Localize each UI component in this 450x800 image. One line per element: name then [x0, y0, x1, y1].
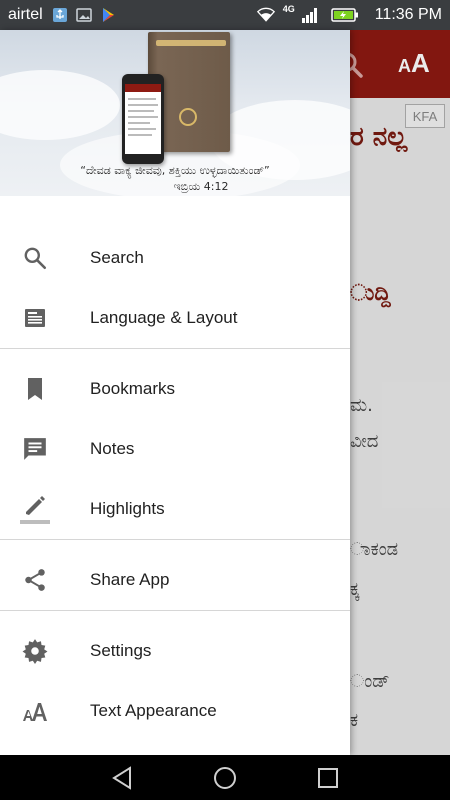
menu-item-share-app[interactable]: Share App	[0, 550, 350, 610]
menu-item-label: Search	[90, 248, 144, 267]
menu-item-text-appearance[interactable]: Text Appearance	[0, 681, 350, 741]
system-nav-bar	[0, 755, 450, 800]
drawer-header: “ದೇವಡ ವಾಕ್ಯ ಜೀವವು, ಶಕ್ತಿಯು ಉಳ್ಳದಾಯಿತುಂಡ್…	[0, 30, 350, 196]
menu-item-bookmarks[interactable]: Bookmarks	[0, 359, 350, 419]
status-time: 11:36 PM	[374, 6, 442, 23]
wifi-icon	[256, 6, 275, 24]
play-store-icon	[99, 6, 117, 24]
menu-item-label: Language & Layout	[90, 308, 238, 327]
phone-text-line	[128, 134, 152, 136]
network-type: 4G	[282, 4, 295, 14]
menu-section-annotations: Bookmarks Notes Highlights	[0, 359, 350, 540]
menu-item-label: Settings	[90, 641, 152, 660]
menu-item-label: Highlights	[90, 499, 165, 518]
bookmark-icon	[20, 374, 50, 404]
cloud-decoration	[0, 70, 120, 140]
menu-item-label: Bookmarks	[90, 379, 176, 398]
phone-text-line	[128, 128, 156, 130]
menu-section-share: Share App	[0, 550, 350, 611]
status-right: 4G 11:36 PM	[256, 4, 442, 24]
book-title-strip	[156, 40, 226, 46]
search-icon	[20, 243, 50, 273]
status-bar: airtel 4G 11:36 PM	[0, 0, 450, 30]
highlighter-icon	[20, 494, 50, 524]
layout-icon	[20, 303, 50, 333]
phone-text-line	[128, 104, 158, 106]
menu-item-settings[interactable]: Settings	[0, 621, 350, 681]
book-emblem	[179, 108, 197, 126]
menu-section-preferences: Settings Text Appearance	[0, 621, 350, 741]
phone-text-line	[128, 110, 154, 112]
phone-screen	[125, 84, 161, 154]
gallery-icon	[75, 6, 93, 24]
battery-charging-icon	[330, 6, 359, 24]
navigation-drawer: “ದೇವಡ ವಾಕ್ಯ ಜೀವವು, ಶಕ್ತಿಯು ಉಳ್ಳದಾಯಿತುಂಡ್…	[0, 30, 350, 755]
phone-screen-bar	[125, 84, 161, 92]
share-icon	[20, 565, 50, 595]
menu-section-general: Search Language & Layout	[0, 228, 350, 349]
phone-text-line	[128, 98, 156, 100]
signal-icon	[301, 6, 319, 24]
phone-text-line	[128, 122, 150, 124]
usb-icon	[51, 6, 69, 24]
header-reference: ಇಬ್ರಿಯ 4:12	[173, 180, 229, 193]
menu-item-label: Notes	[90, 439, 135, 458]
menu-item-highlights[interactable]: Highlights	[0, 479, 350, 539]
menu-item-language-layout[interactable]: Language & Layout	[0, 288, 350, 348]
menu-item-label: Share App	[90, 570, 170, 589]
home-button[interactable]	[212, 765, 238, 791]
phone-image	[122, 74, 164, 164]
gear-icon	[20, 636, 50, 666]
back-button[interactable]	[109, 765, 135, 791]
carrier-name: airtel	[8, 6, 43, 23]
text-size-icon	[20, 696, 50, 726]
note-icon	[20, 434, 50, 464]
drawer-top-spacer	[0, 196, 350, 228]
header-quote: “ದೇವಡ ವಾಕ್ಯ ಜೀವವು, ಶಕ್ತಿಯು ಉಳ್ಳದಾಯಿತುಂಡ್…	[80, 164, 270, 177]
menu-item-label: Text Appearance	[90, 701, 217, 720]
phone-text-line	[128, 116, 158, 118]
recents-button[interactable]	[315, 765, 341, 791]
menu-item-search[interactable]: Search	[0, 228, 350, 288]
menu-item-notes[interactable]: Notes	[0, 419, 350, 479]
